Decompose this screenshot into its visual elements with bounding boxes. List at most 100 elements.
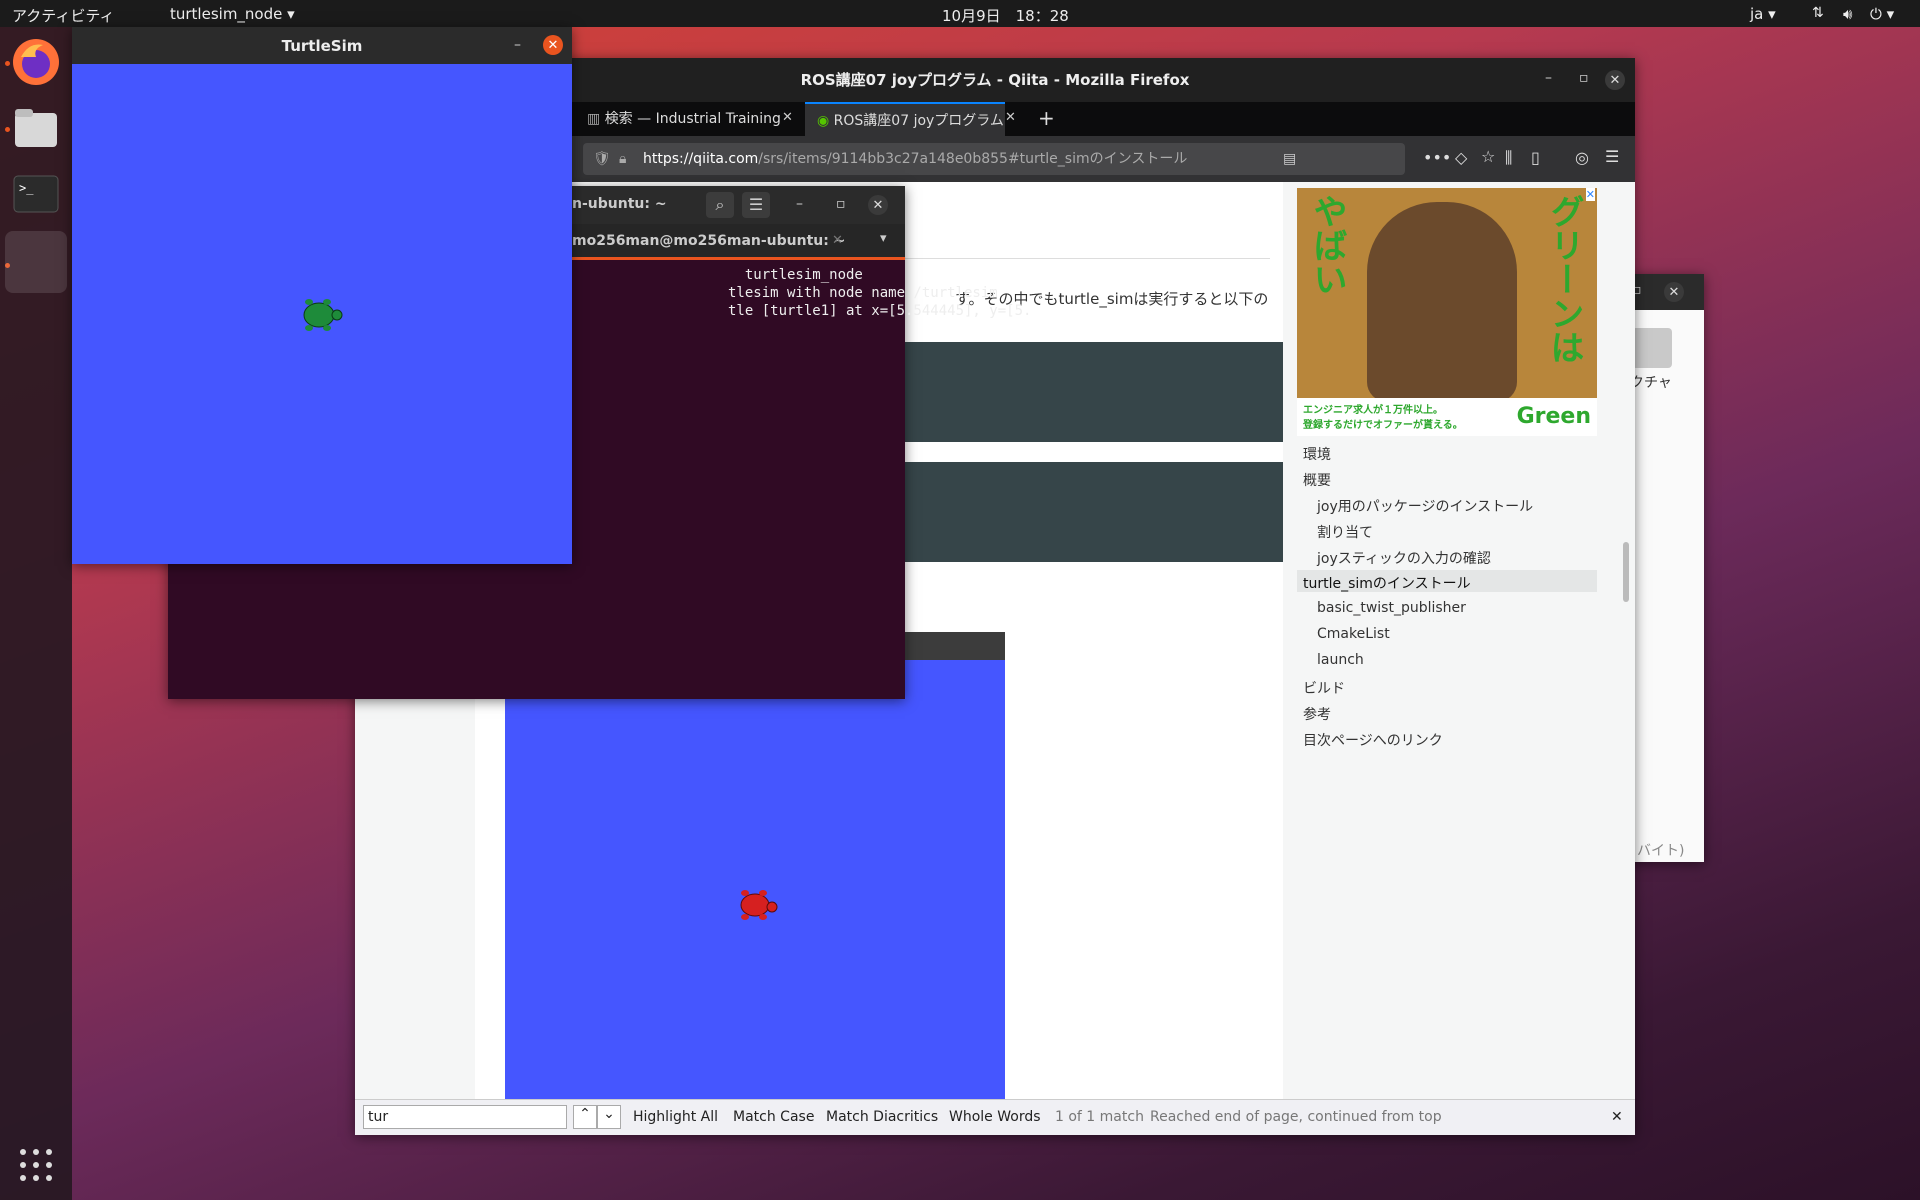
- shield-icon[interactable]: 🛡︎: [593, 143, 611, 175]
- terminal-line: tlesim with node name /turtlesim: [728, 285, 998, 301]
- tab-ros-joy[interactable]: ◉ ROS講座07 joyプログラム: [805, 102, 1005, 136]
- close-button[interactable]: ✕: [868, 195, 888, 215]
- folder-label: クチャ: [1630, 375, 1672, 391]
- qiita-icon: ◉: [817, 113, 830, 129]
- new-tab-icon[interactable]: +: [1038, 106, 1055, 130]
- volume-icon[interactable]: 🔊︎: [1843, 5, 1852, 23]
- terminal-icon: >_: [13, 175, 59, 213]
- whole-words-checkbox[interactable]: Whole Words: [949, 1109, 1041, 1125]
- language-indicator[interactable]: ja ▾: [1750, 5, 1776, 23]
- toc-item[interactable]: 割り当て: [1317, 522, 1373, 542]
- url-bar[interactable]: 🛡︎ 🔒︎ https://qiita.com/srs/items/9114bb…: [583, 143, 1405, 175]
- page-icon: ▥: [587, 111, 601, 127]
- close-button[interactable]: ✕: [543, 35, 563, 55]
- find-next-button[interactable]: ⌄: [597, 1105, 621, 1129]
- activities-button[interactable]: アクティビティ: [12, 5, 114, 26]
- maximize-button[interactable]: ▫: [1579, 70, 1589, 86]
- toc-item[interactable]: 概要: [1303, 470, 1331, 490]
- toc-item[interactable]: 参考: [1303, 704, 1331, 724]
- advertisement[interactable]: グリーンは やばい エンジニア求人が１万件以上。 登録するだけでオファーが貰える…: [1297, 188, 1597, 436]
- toc-item[interactable]: ビルド: [1303, 678, 1345, 698]
- terminal-output[interactable]: turtlesim_node tlesim with node name /tu…: [728, 266, 1031, 320]
- find-status: 1 of 1 match: [1055, 1109, 1144, 1125]
- terminal-tab-label: mo256man@mo256man-ubuntu: ~: [572, 233, 846, 249]
- app-menu[interactable]: turtlesim_node ▾: [170, 5, 295, 23]
- green-turtle-icon: [303, 299, 343, 331]
- ad-close-icon[interactable]: ✕: [1585, 188, 1595, 201]
- close-button[interactable]: ✕: [1605, 70, 1625, 90]
- tab-label: ROS講座07 joyプログラム: [833, 113, 1004, 129]
- menu-icon[interactable]: ☰: [1605, 147, 1619, 166]
- toc-item[interactable]: joyスティックの入力の確認: [1317, 548, 1491, 568]
- match-case-checkbox[interactable]: Match Case: [733, 1109, 814, 1125]
- page-actions-icon[interactable]: •••: [1423, 148, 1451, 167]
- url-host: https://qiita.com: [643, 151, 759, 167]
- language-label: ja: [1750, 5, 1764, 23]
- terminal-line: tle [turtle1] at x=[5.544445], y=[5.: [728, 303, 1032, 319]
- reader-view-icon[interactable]: ▤: [1283, 143, 1296, 175]
- clock[interactable]: 10月9日 18：28: [942, 5, 1069, 26]
- maximize-button[interactable]: ▫: [836, 196, 846, 212]
- toc-item[interactable]: joy用のパッケージのインストール: [1317, 496, 1533, 516]
- ad-footer: エンジニア求人が１万件以上。 登録するだけでオファーが貰える。 Green: [1297, 398, 1597, 436]
- turtlesim-title: TurtleSim: [281, 37, 363, 55]
- find-close-icon[interactable]: ✕: [1611, 1109, 1623, 1125]
- terminal-line: turtlesim_node: [728, 267, 863, 283]
- network-icon[interactable]: ⇅: [1812, 5, 1824, 21]
- search-icon[interactable]: ⌕: [706, 192, 734, 218]
- toc-item[interactable]: 目次ページへのリンク: [1303, 730, 1443, 750]
- app-menu-label: turtlesim_node: [170, 5, 283, 23]
- url-path: /srs/items/9114bb3c27a148e0b855#turtle_s…: [758, 151, 1188, 167]
- minimize-button[interactable]: –: [796, 196, 803, 212]
- scrollbar-thumb[interactable]: [1623, 542, 1629, 602]
- top-bar: アクティビティ turtlesim_node ▾ 10月9日 18：28 ja …: [0, 0, 1920, 27]
- match-diacritics-checkbox[interactable]: Match Diacritics: [826, 1109, 938, 1125]
- tab-close-icon[interactable]: ✕: [1005, 110, 1016, 125]
- toc-item[interactable]: basic_twist_publisher: [1317, 600, 1466, 616]
- pictures-folder-icon[interactable]: [1632, 328, 1672, 368]
- turtlesim-window[interactable]: TurtleSim – ✕: [72, 27, 572, 564]
- sidebar-icon[interactable]: ▯: [1531, 148, 1540, 167]
- turtlesim-titlebar: TurtleSim – ✕: [72, 27, 572, 63]
- folder-icon: [15, 109, 57, 147]
- right-sidebar: グリーンは やばい エンジニア求人が１万件以上。 登録するだけでオファーが貰える…: [1283, 182, 1635, 1099]
- firefox-icon: [13, 39, 59, 85]
- toc-item[interactable]: CmakeList: [1317, 626, 1390, 642]
- turtlesim-launcher[interactable]: [5, 231, 67, 293]
- turtlesim-canvas[interactable]: [72, 64, 572, 564]
- show-apps-icon[interactable]: [18, 1147, 54, 1183]
- minimize-button[interactable]: –: [514, 37, 521, 53]
- find-previous-button[interactable]: ⌃: [573, 1105, 597, 1129]
- turtlesim-screenshot-image: [505, 632, 1005, 1099]
- bookmark-star-icon[interactable]: ☆: [1481, 147, 1495, 166]
- files-status: ﾞバイト): [1630, 843, 1685, 859]
- ad-subtext-1: エンジニア求人が１万件以上。: [1303, 405, 1443, 416]
- toc-item[interactable]: launch: [1317, 652, 1364, 668]
- ad-person-image: [1367, 202, 1517, 402]
- terminal-launcher[interactable]: >_: [5, 163, 67, 225]
- tab-close-icon[interactable]: ✕: [782, 110, 793, 125]
- tab-close-icon[interactable]: ✕: [832, 233, 843, 248]
- close-button[interactable]: ✕: [1664, 282, 1684, 302]
- dock: >_: [0, 27, 72, 1200]
- highlight-all-checkbox[interactable]: Highlight All: [633, 1109, 718, 1125]
- pocket-icon[interactable]: ◇: [1455, 148, 1467, 167]
- table-of-contents: 環境 概要 joy用のパッケージのインストール 割り当て joyスティックの入力…: [1297, 444, 1597, 764]
- lock-icon[interactable]: 🔒︎: [619, 143, 626, 175]
- toc-item[interactable]: 環境: [1303, 444, 1331, 464]
- power-icon[interactable]: ⏻ ▾: [1870, 5, 1894, 23]
- firefox-launcher[interactable]: [5, 31, 67, 93]
- minimize-button[interactable]: –: [1545, 70, 1552, 86]
- chevron-down-icon[interactable]: ▾: [880, 231, 887, 246]
- files-launcher[interactable]: [5, 97, 67, 159]
- find-bar: tur ⌃ ⌄ Highlight All Match Case Match D…: [355, 1099, 1635, 1135]
- find-message: Reached end of page, continued from top: [1150, 1109, 1442, 1125]
- library-icon[interactable]: ⫼: [1505, 148, 1512, 168]
- red-turtle-icon: [740, 890, 778, 920]
- toc-item-active[interactable]: turtle_simのインストール: [1303, 573, 1471, 593]
- svg-text:>_: >_: [19, 181, 34, 195]
- ad-headline: グリーンは: [1544, 194, 1584, 364]
- account-icon[interactable]: ◎: [1575, 148, 1589, 167]
- find-input[interactable]: tur: [363, 1105, 567, 1129]
- menu-icon[interactable]: ☰: [742, 192, 770, 218]
